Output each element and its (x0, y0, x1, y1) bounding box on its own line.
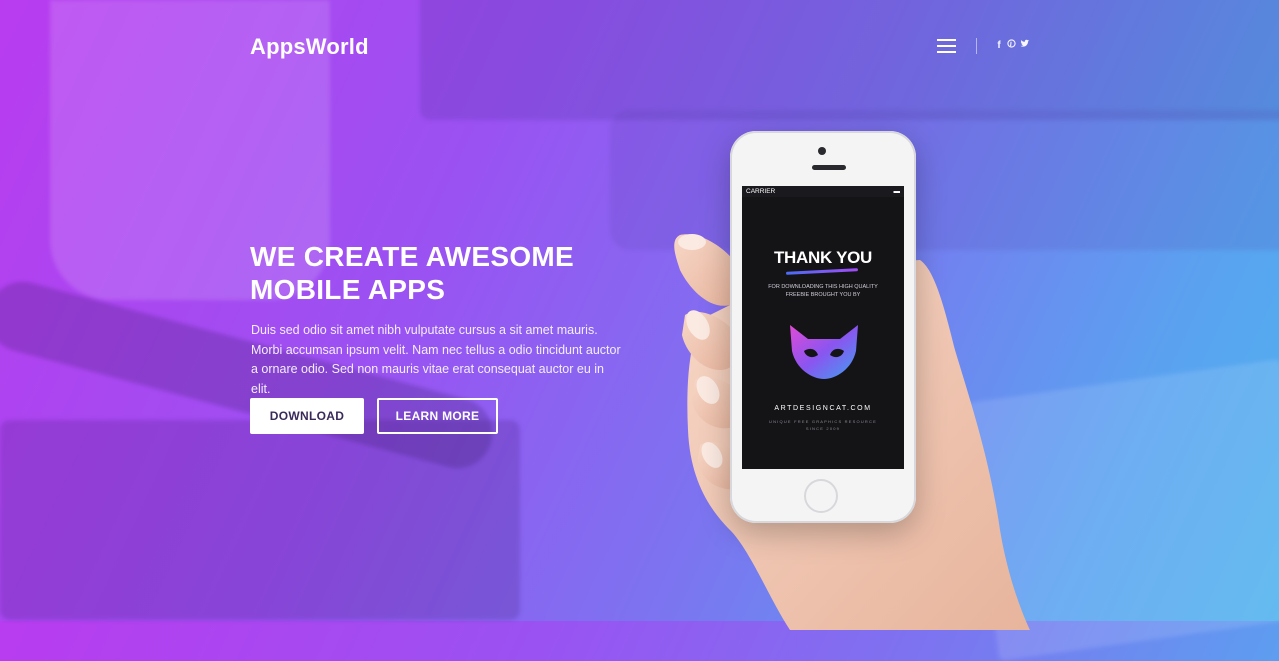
home-button (804, 479, 838, 513)
hamburger-icon[interactable] (937, 39, 956, 55)
screen-title: THANK YOU (773, 248, 873, 267)
hero-description: Duis sed odio sit amet nibh vulputate cu… (251, 323, 621, 396)
phone-screen: CARRIER ▬ THANK YOU FOR DOWNLOADING THIS… (742, 186, 904, 469)
screen-tagline: UNIQUE FREE GRAPHICS RESOURCE (769, 419, 877, 424)
carrier-label: CARRIER (746, 188, 776, 195)
download-button[interactable]: DOWNLOAD (250, 398, 364, 434)
site-logo[interactable]: AppsWorld (250, 34, 369, 60)
learn-more-button[interactable]: LEARN MORE (377, 398, 498, 434)
screen-since: SINCE 2009 (805, 426, 841, 431)
background-keyboard (610, 110, 1279, 250)
screen-subtitle: FOR DOWNLOADING THIS HIGH QUALITY FREEBI… (768, 284, 878, 298)
twitter-icon[interactable] (1020, 39, 1030, 53)
facebook-icon[interactable]: f (994, 39, 1004, 53)
background-notebook (0, 420, 520, 620)
speaker-grille (812, 165, 846, 170)
phone-mockup: CARRIER ▬ THANK YOU FOR DOWNLOADING THIS… (730, 131, 916, 523)
cat-mask-logo-icon (790, 325, 858, 379)
camera-icon (818, 147, 826, 155)
title-underline (785, 268, 859, 275)
status-bar: CARRIER ▬ (742, 186, 904, 197)
nav-divider (976, 38, 977, 54)
screen-site-name: ARTDESIGNCAT.COM (774, 405, 872, 412)
background-monitor (420, 0, 1279, 120)
pinterest-icon[interactable] (1006, 39, 1016, 53)
battery-icon: ▬ (893, 188, 901, 195)
hero-headline: WE CREATE AWESOME MOBILE APPS (250, 241, 574, 305)
